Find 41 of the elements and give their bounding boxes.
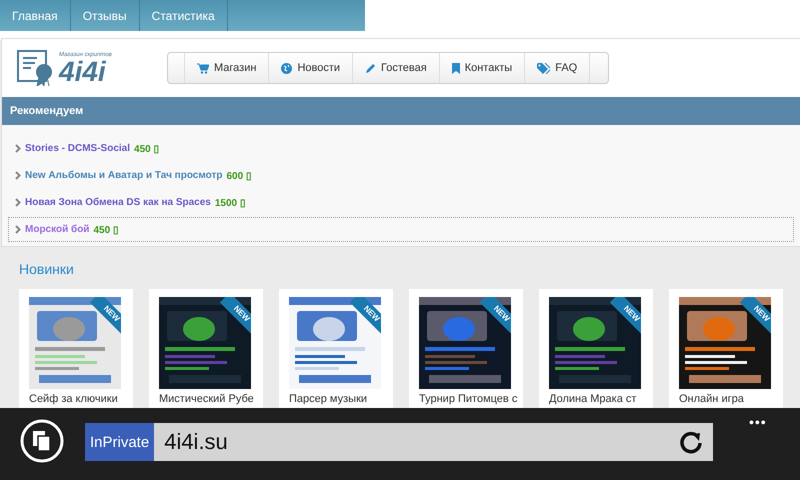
menu-link[interactable]: Новости [268, 53, 352, 83]
bookmark-icon [452, 62, 460, 74]
address-field[interactable]: InPrivate 4i4i.su [85, 423, 713, 461]
item-price: 1500 ▯ [214, 196, 246, 208]
menu-link[interactable]: Магазин [184, 53, 268, 83]
item-price: 600 ▯ [226, 170, 252, 182]
menu-link[interactable]: FAQ [524, 53, 590, 83]
chevron-icon [15, 225, 21, 234]
pencil-icon [365, 62, 376, 74]
menu-link[interactable]: Гостевая [352, 53, 439, 83]
tabs-icon[interactable] [20, 419, 64, 463]
product-title[interactable]: Долина Мрака ст [549, 392, 653, 407]
item-link[interactable]: Stories - DCMS-Social [25, 143, 130, 154]
cart-icon [197, 62, 209, 74]
chevron-icon [15, 171, 21, 180]
section-header: Рекомендуем [2, 97, 800, 125]
product-title[interactable]: Парсер музыки [289, 392, 393, 407]
focused-list-item[interactable]: Морской бой 450 ▯ [8, 217, 794, 242]
chevron-icon [15, 198, 21, 207]
chevron-icon [15, 144, 21, 153]
item-price: 450 ▯ [134, 142, 160, 154]
item-price: 450 ▯ [93, 224, 119, 236]
product-title[interactable]: Мистический Рубе [159, 392, 263, 407]
item-link[interactable]: New Альбомы и Аватар и Тач просмотр [25, 170, 222, 181]
product-title[interactable]: Сейф за ключики [29, 392, 133, 407]
url-text: 4i4i.su [163, 429, 229, 455]
product-title[interactable]: Онлайн игра [679, 392, 783, 407]
list-item[interactable]: Stories - DCMS-Social 450 ▯ [8, 136, 794, 161]
tags-icon [537, 62, 550, 74]
item-link[interactable]: Морской бой [25, 224, 90, 235]
menu-link[interactable]: Контакты [438, 53, 524, 83]
refresh-icon[interactable] [679, 430, 703, 454]
more-button[interactable]: ••• [749, 414, 767, 430]
logo-text[interactable]: 4i4i [59, 58, 112, 86]
section-title: Новинки [19, 261, 75, 278]
list-item[interactable]: New Альбомы и Аватар и Тач просмотр 600 ▯ [8, 163, 794, 188]
product-title[interactable]: Турнир Питомцев с [419, 392, 523, 407]
list-item[interactable]: Новая Зона Обмена DS как на Spaces 1500 ▯ [8, 190, 794, 215]
globe-icon [281, 62, 292, 74]
inprivate-badge: InPrivate [85, 423, 154, 461]
item-link[interactable]: Новая Зона Обмена DS как на Spaces [25, 197, 211, 208]
